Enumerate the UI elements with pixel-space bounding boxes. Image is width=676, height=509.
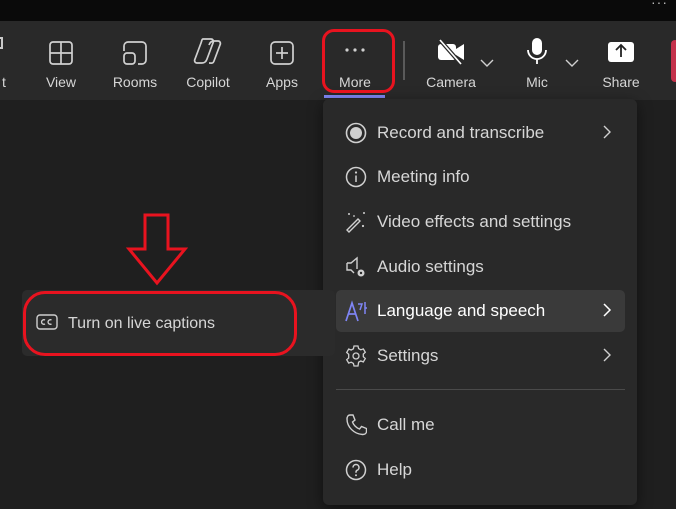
chevron-right-icon	[603, 348, 611, 362]
share-button[interactable]: Share	[600, 21, 642, 100]
help-icon	[345, 459, 367, 481]
apps-button[interactable]: Apps	[262, 21, 302, 100]
magic-wand-icon	[345, 211, 367, 233]
menu-item-video-effects[interactable]: Video effects and settings	[336, 201, 625, 243]
menu-item-label: Call me	[377, 415, 435, 434]
record-icon	[345, 122, 367, 144]
menu-item-call-me[interactable]: Call me	[336, 404, 625, 446]
copilot-button[interactable]: Copilot	[182, 21, 234, 100]
speaker-settings-icon	[345, 256, 367, 278]
menu-item-label: Video effects and settings	[377, 212, 572, 231]
camera-button[interactable]: Camera	[424, 21, 478, 100]
rooms-label: Rooms	[112, 74, 158, 90]
menu-item-record-and-transcribe[interactable]: Record and transcribe	[336, 112, 625, 154]
annotation-highlight-live-captions	[23, 291, 297, 356]
menu-item-label: Meeting info	[377, 167, 470, 186]
grid-icon	[49, 21, 73, 65]
view-label: View	[45, 74, 77, 90]
info-icon	[345, 166, 367, 188]
copilot-icon	[193, 21, 223, 65]
more-active-indicator	[324, 95, 385, 98]
menu-item-label: Audio settings	[377, 257, 484, 276]
menu-item-language-and-speech[interactable]: Language and speech	[336, 290, 625, 332]
annotation-down-arrow-icon	[126, 213, 188, 286]
share-label: Share	[602, 74, 640, 90]
copilot-label: Copilot	[186, 74, 230, 90]
mic-button[interactable]: Mic	[520, 21, 554, 100]
window-more-icon[interactable]: ···	[651, 0, 668, 10]
mic-options-chevron-icon[interactable]	[565, 59, 579, 67]
chevron-right-icon	[603, 125, 611, 139]
camera-off-icon	[437, 21, 465, 65]
language-icon	[345, 300, 367, 322]
menu-divider	[336, 389, 625, 390]
menu-item-label: Record and transcribe	[377, 123, 545, 142]
camera-label: Camera	[426, 74, 476, 90]
partial-label: t	[2, 74, 6, 90]
menu-item-label: Help	[377, 460, 412, 479]
gear-icon	[345, 345, 367, 367]
leave-button-edge[interactable]	[671, 40, 676, 82]
view-button[interactable]: View	[38, 21, 84, 100]
menu-item-label: Settings	[377, 346, 439, 365]
phone-icon	[345, 414, 367, 436]
mic-label: Mic	[526, 74, 548, 90]
partial-toolbar-button[interactable]: t	[0, 21, 14, 100]
rooms-icon	[123, 21, 147, 65]
menu-item-audio-settings[interactable]: Audio settings	[336, 246, 625, 288]
menu-item-label: Language and speech	[377, 301, 546, 320]
menu-item-meeting-info[interactable]: Meeting info	[336, 156, 625, 198]
more-options-menu: Record and transcribe Meeting info Video…	[323, 99, 637, 505]
annotation-highlight-more	[322, 29, 395, 93]
title-bar: ···	[0, 0, 676, 21]
menu-item-help[interactable]: Help	[336, 449, 625, 491]
toolbar-divider	[403, 41, 405, 80]
share-icon	[607, 21, 635, 65]
partial-icon	[0, 37, 3, 49]
plus-square-icon	[270, 21, 294, 65]
microphone-icon	[526, 21, 548, 65]
camera-options-chevron-icon[interactable]	[480, 59, 494, 67]
rooms-button[interactable]: Rooms	[108, 21, 162, 100]
apps-label: Apps	[266, 74, 298, 90]
chevron-right-icon	[603, 303, 612, 317]
menu-item-settings[interactable]: Settings	[336, 335, 625, 377]
